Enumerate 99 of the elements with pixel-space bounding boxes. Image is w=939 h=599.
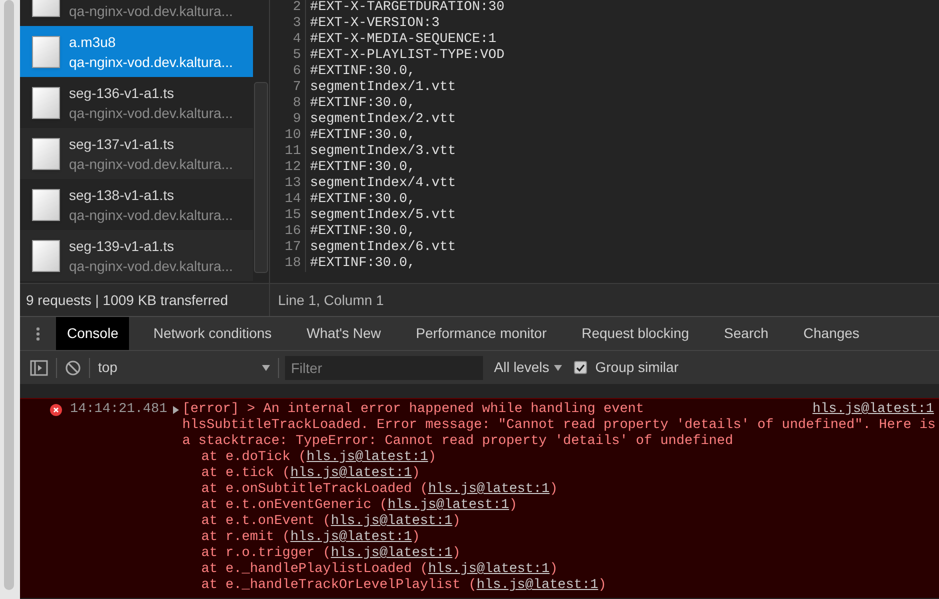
source-link[interactable]: hls.js@latest:1 [330,546,452,561]
source-link[interactable]: hls.js@latest:1 [306,450,428,465]
drawer-tab[interactable]: Performance monitor [404,317,558,350]
file-icon [32,138,60,170]
line-number: 4 [270,32,306,48]
line-number: 6 [270,64,306,80]
error-message-line: hlsSubtitleTrackLoaded. Error message: "Cannot read property 'details' of undefined". Here is [182,418,936,434]
code-line: #EXT-X-TARGETDURATION:30 [309,0,504,16]
file-icon [32,36,60,68]
request-url: qa-nginx-vod.dev.kaltura... [69,104,233,122]
sidebar-toggle-icon[interactable] [30,360,48,376]
line-number: 7 [270,80,306,96]
error-message-line: [error] > An internal error happened while handling event [182,402,644,418]
stack-trace-line: at r.o.trigger (hls.js@latest:1) [200,546,462,562]
stack-trace-line: at e.doTick (hls.js@latest:1) [200,450,438,466]
drawer-tab[interactable]: Search [713,317,780,350]
stack-trace-line: at e._handlePlaylistLoaded (hls.js@latest:1) [200,562,559,578]
line-number: 12 [270,160,306,176]
checkbox[interactable] [574,361,588,374]
source-link[interactable]: hls.js@latest:1 [290,530,412,545]
line-number: 10 [270,128,306,144]
line-number: 5 [270,48,306,64]
request-url: qa-nginx-vod.dev.kaltura... [69,2,233,20]
request-item[interactable]: seg-139-v1-a1.ts qa-nginx-vod.dev.kaltura... [20,230,253,281]
code-line: #EXTINF:30.0, [309,128,416,144]
clear-icon[interactable] [65,360,81,376]
stack-trace-line: at e.t.onEvent (hls.js@latest:1) [200,514,462,530]
code-line: #EXTINF:30.0, [309,256,416,272]
scrollbar-thumb[interactable] [4,0,14,590]
drawer-tab[interactable]: Network conditions [142,317,283,350]
request-url: qa-nginx-vod.dev.kaltura... [69,154,233,174]
code-line: segmentIndex/4.vtt [309,176,456,192]
code-line: #EXT-X-PLAYLIST-TYPE:VOD [309,48,504,64]
code-line: segmentIndex/5.vtt [309,208,456,224]
cursor-position: Line 1, Column 1 [278,290,384,310]
request-url: qa-nginx-vod.dev.kaltura... [69,256,233,276]
request-name: seg-137-v1-a1.ts [69,134,176,154]
code-line: segmentIndex/6.vtt [309,240,456,256]
stack-trace-line: at e.t.onEventGeneric (hls.js@latest:1) [200,498,518,514]
source-link[interactable]: hls.js@latest:1 [812,402,934,418]
request-item[interactable]: seg-137-v1-a1.ts qa-nginx-vod.dev.kaltura... [20,128,253,179]
request-url: qa-nginx-vod.dev.kaltura... [69,206,233,224]
code-line: #EXT-X-MEDIA-SEQUENCE:1 [309,32,496,48]
more-tabs-icon[interactable] [36,326,40,340]
drawer-tab[interactable]: Request blocking [570,317,700,350]
error-icon [50,404,62,416]
request-name: seg-139-v1-a1.ts [69,236,176,256]
file-icon [32,86,60,118]
stack-trace-line: at e._handleTrackOrLevelPlaylist (hls.js@latest:1) [200,578,608,594]
drawer-tab[interactable]: What's New [296,317,392,350]
line-number: 18 [270,256,306,272]
request-name: a.m3u8 [69,32,117,52]
source-link[interactable]: hls.js@latest:1 [476,578,598,593]
request-name: seg-138-v1-a1.ts [69,186,176,204]
drawer-tab[interactable]: Console [56,317,130,350]
request-name: seg-136-v1-a1.ts [69,84,176,102]
code-line: #EXTINF:30.0, [309,160,416,176]
requests-summary: 9 requests | 1009 KB transferred [26,290,228,310]
expand-triangle-icon[interactable] [173,406,180,414]
line-number: 3 [270,16,306,32]
error-message-line: a stacktrace: TypeError: Cannot read property 'details' of undefined [182,434,734,450]
timestamp: 14:14:21.481 [70,402,168,419]
file-icon [32,240,60,272]
code-line: #EXTINF:30.0, [309,64,416,80]
dropdown-caret-icon [262,364,270,370]
line-number: 11 [270,144,306,160]
code-line: #EXTINF:30.0, [309,96,416,112]
line-number: 13 [270,176,306,192]
context-dropdown[interactable]: top [98,357,278,378]
line-number: 14 [270,192,306,208]
line-number: 8 [270,96,306,112]
code-line: segmentIndex/3.vtt [309,144,456,160]
stack-trace-line: at e.tick (hls.js@latest:1) [200,466,421,482]
request-item[interactable]: a.m3u8 qa-nginx-vod.dev.kaltura... [20,26,253,77]
source-link[interactable]: hls.js@latest:1 [428,482,550,497]
source-link[interactable]: hls.js@latest:1 [388,498,510,513]
source-link[interactable]: hls.js@latest:1 [290,466,412,481]
checkbox-label: Group similar [595,358,678,377]
code-line: #EXTINF:30.0, [309,224,416,240]
request-url: qa-nginx-vod.dev.kaltura... [69,52,233,72]
filter-field[interactable]: Filter [285,356,483,380]
stack-trace-line: at e.onSubtitleTrackLoaded (hls.js@latest:1) [200,482,559,498]
source-link[interactable]: hls.js@latest:1 [330,514,452,529]
stack-trace-line: at r.emit (hls.js@latest:1) [200,530,421,546]
line-number: 9 [270,112,306,128]
line-number: 15 [270,208,306,224]
source-link[interactable]: hls.js@latest:1 [428,562,550,577]
drawer-tab[interactable]: Changes [792,317,870,350]
dropdown-caret-icon [554,364,562,370]
line-number: 17 [270,240,306,256]
line-number: 16 [270,224,306,240]
code-line: segmentIndex/2.vtt [309,112,456,128]
code-line: #EXT-X-VERSION:3 [309,16,440,32]
line-number: 2 [270,0,306,16]
scrollbar-thumb[interactable] [254,82,268,273]
file-icon [32,188,60,220]
levels-dropdown[interactable]: All levels [494,357,562,378]
code-line: #EXTINF:30.0, [309,192,416,208]
code-line: segmentIndex/1.vtt [309,80,456,96]
